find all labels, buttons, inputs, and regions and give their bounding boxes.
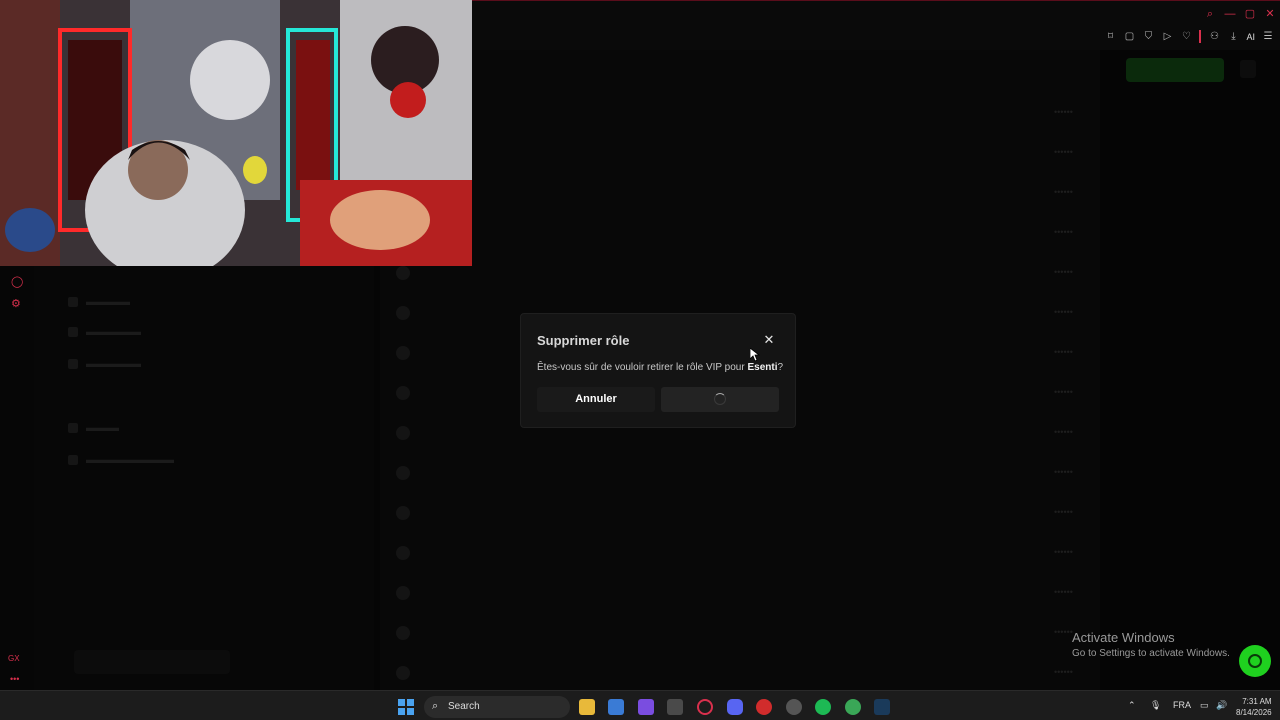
heart-icon[interactable]: ♡ (1180, 31, 1192, 43)
time: 7:31 AM (1242, 697, 1272, 706)
toolbar-separator (1199, 30, 1202, 43)
snapshot-icon[interactable]: ▢ (1123, 31, 1135, 43)
headset-icon (1248, 654, 1262, 668)
download-icon[interactable]: ⤓ (1227, 31, 1239, 43)
list-item: •••••• (380, 572, 1100, 612)
browser-topbar: ⌕ — ▢ ✕ ⌑ ▢ ⛉ ▷ ♡ ⚇ ⤓ AI ☰ (472, 0, 1280, 50)
list-item: •••••• (380, 212, 1100, 252)
more-icon[interactable]: ••• (10, 674, 19, 684)
steam-icon[interactable] (874, 699, 890, 715)
app-icon[interactable] (786, 699, 802, 715)
screen: •••••• •••••• •••••• •••••• •••••• •••••… (0, 0, 1280, 720)
search-icon[interactable]: ⌕ (1204, 8, 1216, 20)
calculator-icon[interactable] (667, 699, 683, 715)
ai-button[interactable]: AI (1246, 31, 1255, 43)
discord-icon[interactable] (727, 699, 743, 715)
settings-icon[interactable]: ⚙ (11, 298, 21, 310)
spotify-icon[interactable] (815, 699, 831, 715)
chevron-up-icon[interactable]: ⌃ (1128, 700, 1136, 711)
gx-label: GX (8, 654, 20, 663)
search-icon: ⌕ (432, 700, 439, 712)
close-icon[interactable]: ✕ (762, 332, 776, 348)
modal-title: Supprimer rôle (537, 333, 630, 348)
mouse-cursor-icon (750, 348, 760, 362)
sidebar-item: ▬▬▬▬ (68, 296, 130, 308)
opera-gx-icon[interactable] (697, 699, 713, 715)
microphone-icon[interactable]: 🎙 (1150, 700, 1161, 711)
cancel-button[interactable]: Annuler (537, 387, 655, 412)
chrome-icon[interactable] (845, 699, 861, 715)
sidebar-item-active (74, 650, 230, 674)
username: Esenti (747, 362, 778, 373)
loading-spinner-icon (714, 393, 726, 405)
options-icon (1240, 60, 1256, 78)
start-button[interactable] (398, 699, 414, 715)
add-button-dimmed (1126, 58, 1224, 82)
maximize-icon[interactable]: ▢ (1244, 8, 1256, 20)
message-suffix: ? (777, 362, 784, 373)
profile-icon[interactable]: ⚇ (1208, 31, 1220, 43)
list-item: •••••• (380, 492, 1100, 532)
support-chat-button[interactable] (1239, 645, 1271, 677)
modal-message: Êtes-vous sûr de vouloir retirer le rôle… (537, 362, 783, 373)
app-icon[interactable] (756, 699, 772, 715)
sidebar-item: ▬▬▬▬▬▬▬▬ (68, 454, 174, 466)
file-explorer-icon[interactable] (579, 699, 595, 715)
play-icon[interactable]: ▷ (1161, 31, 1173, 43)
network-icon[interactable]: ▭ (1200, 700, 1209, 711)
pin-icon[interactable]: ⌑ (1104, 31, 1116, 43)
clock[interactable]: 7:31 AM 8/14/2026 (1236, 696, 1272, 718)
list-item: •••••• (380, 532, 1100, 572)
date: 8/14/2026 (1236, 708, 1272, 717)
copilot-icon[interactable] (638, 699, 654, 715)
activate-title: Activate Windows (1072, 630, 1175, 645)
store-icon[interactable] (608, 699, 624, 715)
activate-subtitle: Go to Settings to activate Windows. (1072, 648, 1230, 659)
confirm-button[interactable] (661, 387, 779, 412)
chat-icon[interactable]: ◯ (11, 276, 23, 288)
sidebar-nav-dimmed: ▬▬▬▬ ▬▬▬▬▬ ▬▬▬▬▬ ▬▬▬ ▬▬▬▬▬▬▬▬ (34, 266, 374, 690)
sidebar-item: ▬▬▬▬▬ (68, 358, 141, 370)
minimize-icon[interactable]: — (1224, 8, 1236, 20)
sidebar-item: ▬▬▬ (68, 422, 119, 434)
activate-windows-watermark: Activate Windows Go to Settings to activ… (1072, 630, 1230, 659)
language-indicator[interactable]: FRA (1173, 700, 1191, 710)
list-item: •••••• (380, 252, 1100, 292)
list-item: •••••• (380, 452, 1100, 492)
list-item: •••••• (380, 652, 1100, 692)
list-item: •••••• (380, 132, 1100, 172)
close-window-icon[interactable]: ✕ (1264, 8, 1276, 20)
list-item: •••••• (380, 612, 1100, 652)
shield-icon[interactable]: ⛉ (1142, 31, 1154, 43)
taskbar-search[interactable]: ⌕ Search (424, 696, 570, 718)
windows-taskbar: ⌕ Search ⌃ 🎙 FRA ▭ 🔊 7:31 AM 8/14/2026 (0, 690, 1280, 720)
list-item: •••••• (380, 172, 1100, 212)
search-label: Search (448, 701, 480, 712)
sidebar-item: ▬▬▬▬▬ (68, 326, 141, 338)
message-text: Êtes-vous sûr de vouloir retirer le rôle… (537, 362, 748, 373)
list-item: •••••• (380, 92, 1100, 132)
browser-left-rail: ◯ ⚙ (0, 266, 34, 690)
webcam-overlay (0, 0, 472, 266)
volume-icon[interactable]: 🔊 (1216, 700, 1227, 711)
delete-role-modal: Supprimer rôle ✕ Êtes-vous sûr de vouloi… (520, 313, 796, 428)
menu-icon[interactable]: ☰ (1262, 31, 1274, 43)
